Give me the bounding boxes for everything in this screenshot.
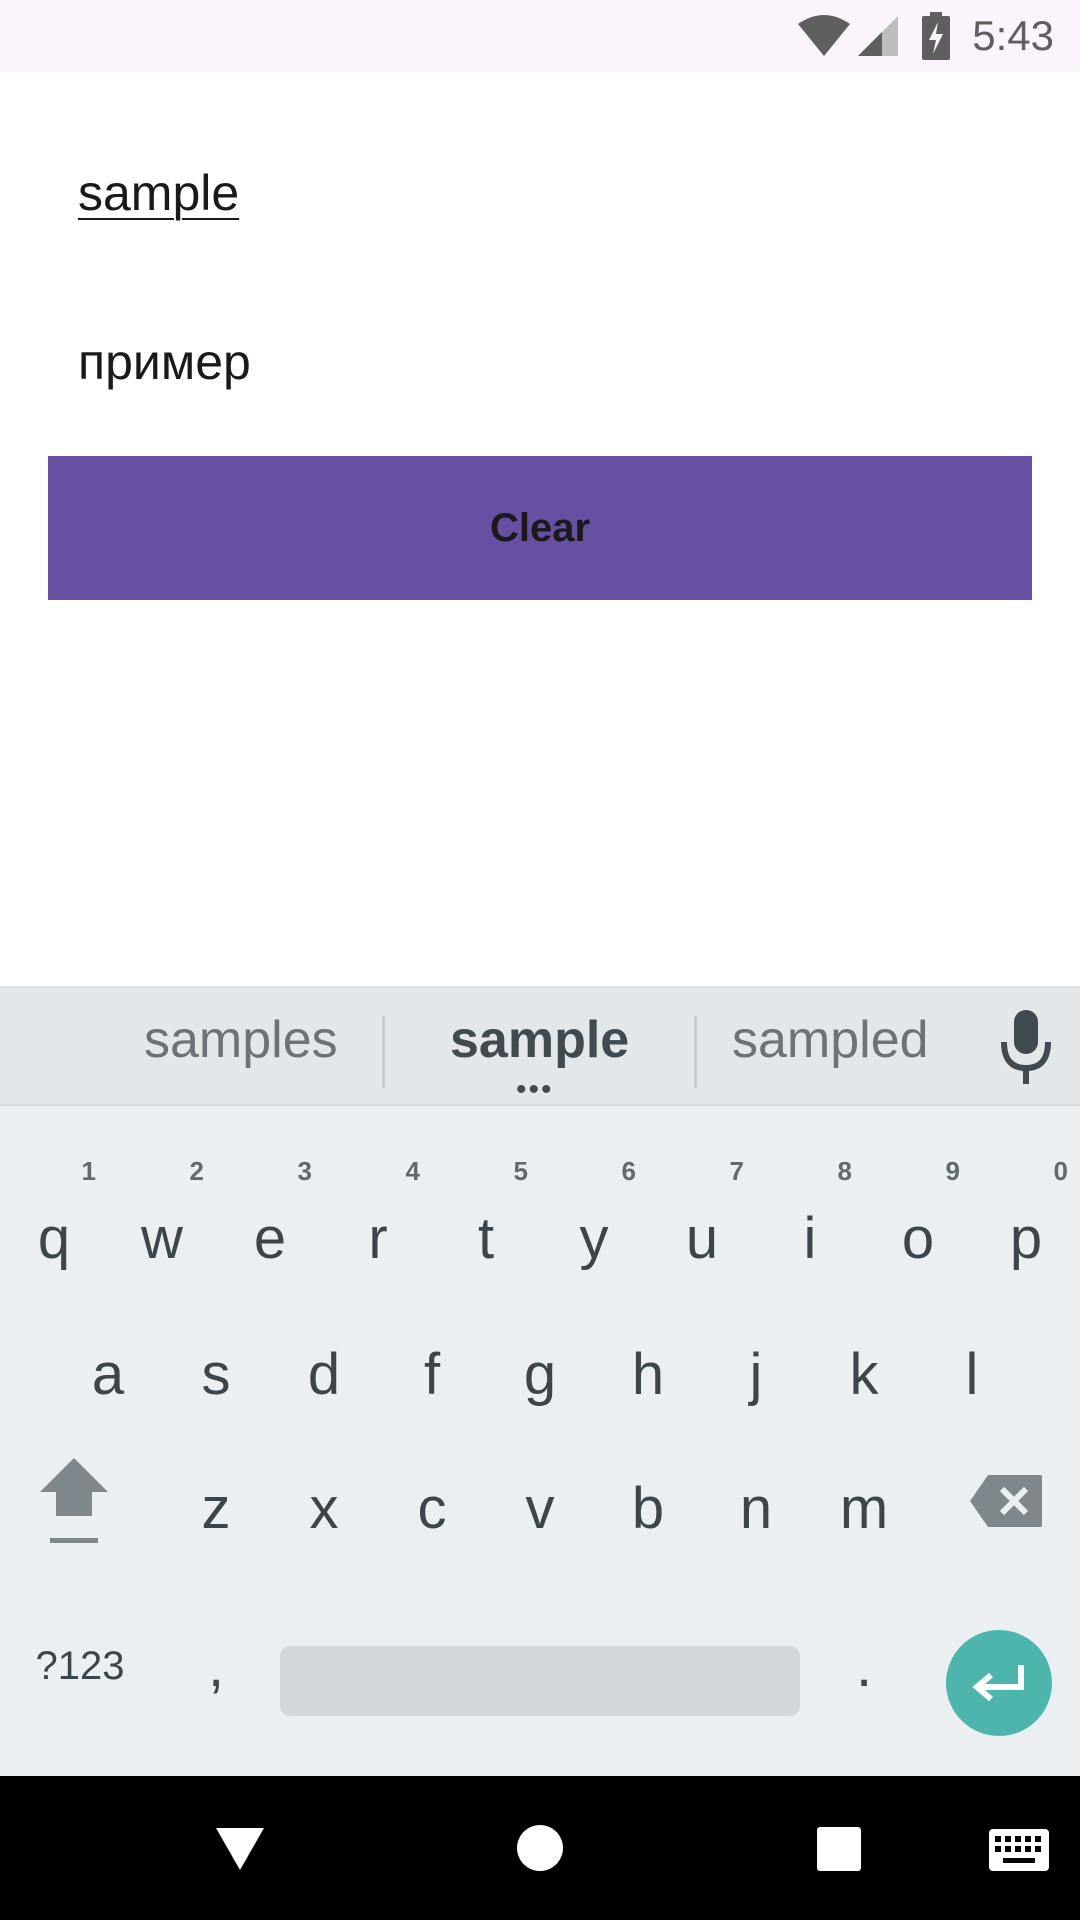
key-label: b <box>631 1476 665 1541</box>
key-hint: 3 <box>297 1156 312 1186</box>
key-label: f <box>423 1342 441 1407</box>
suggestion-divider <box>694 1016 697 1088</box>
translation-text: пример <box>78 334 251 390</box>
microphone-icon[interactable] <box>998 1008 1054 1088</box>
suggestion-center[interactable]: sample <box>450 1010 629 1070</box>
key-label: a <box>91 1342 125 1407</box>
back-icon[interactable] <box>214 1826 266 1872</box>
key-label: v <box>525 1476 555 1541</box>
key-label: q <box>37 1206 71 1271</box>
key-label: u <box>685 1206 719 1271</box>
suggestion-strip: samples sample ••• sampled <box>0 986 1080 1106</box>
key-hint: 5 <box>513 1156 528 1186</box>
battery-charging-icon <box>922 12 950 60</box>
wifi-icon <box>798 15 850 56</box>
key-label: s <box>201 1342 231 1407</box>
key-label: l <box>965 1342 979 1407</box>
key-hint: 7 <box>729 1156 744 1186</box>
key-label: g <box>523 1342 557 1407</box>
key-c[interactable]: c <box>378 1418 486 1583</box>
key-label: i <box>803 1206 817 1271</box>
key-label: r <box>368 1206 388 1271</box>
key-label: x <box>309 1476 339 1541</box>
shift-icon <box>40 1457 108 1543</box>
home-icon[interactable] <box>516 1824 564 1872</box>
key-m[interactable]: m <box>810 1418 918 1583</box>
key-b[interactable]: b <box>594 1418 702 1583</box>
key-label: w <box>141 1206 183 1271</box>
period-key[interactable]: . <box>810 1584 918 1749</box>
enter-key[interactable] <box>946 1630 1052 1736</box>
key-hint: 4 <box>405 1156 420 1186</box>
key-z[interactable]: z <box>162 1418 270 1583</box>
key-n[interactable]: n <box>702 1418 810 1583</box>
suggestion-divider <box>382 1016 385 1088</box>
key-label: h <box>631 1342 665 1407</box>
status-bar: 5:43 <box>0 0 1080 72</box>
cell-signal-icon <box>858 16 898 56</box>
keyboard-switch-icon[interactable] <box>988 1828 1050 1872</box>
key-hint: 0 <box>1053 1156 1068 1186</box>
input-text[interactable]: sample <box>78 164 239 222</box>
suggestion-left[interactable]: samples <box>144 1010 338 1070</box>
key-label: d <box>307 1342 341 1407</box>
key-label: z <box>201 1476 231 1541</box>
key-label: j <box>749 1342 763 1407</box>
key-hint: 8 <box>837 1156 852 1186</box>
key-hint: 1 <box>81 1156 96 1186</box>
key-label: o <box>901 1206 935 1271</box>
key-a[interactable]: a <box>54 1284 162 1449</box>
more-suggestions-dots[interactable]: ••• <box>516 1075 554 1105</box>
key-v[interactable]: v <box>486 1418 594 1583</box>
key-label: e <box>253 1206 287 1271</box>
key-label: p <box>1009 1206 1043 1271</box>
key-label: k <box>849 1342 879 1407</box>
status-time: 5:43 <box>972 12 1054 59</box>
suggestion-right[interactable]: sampled <box>732 1010 929 1070</box>
recents-icon[interactable] <box>816 1826 862 1872</box>
backspace-icon <box>970 1474 1042 1527</box>
key-hint: 9 <box>945 1156 960 1186</box>
key-l[interactable]: l <box>918 1284 1026 1449</box>
enter-icon <box>972 1665 1024 1702</box>
soft-keyboard: samples sample ••• sampled ?123 , . 1 q … <box>0 986 1080 1776</box>
key-label: c <box>417 1476 447 1541</box>
navigation-bar <box>0 1776 1080 1920</box>
key-hint: 2 <box>189 1156 204 1186</box>
key-hint: 6 <box>621 1156 636 1186</box>
clear-button[interactable]: Clear <box>48 456 1032 600</box>
key-label: t <box>477 1206 495 1271</box>
space-key[interactable] <box>280 1646 800 1716</box>
symbols-key[interactable]: ?123 <box>20 1584 140 1749</box>
key-label: m <box>839 1476 889 1541</box>
key-x[interactable]: x <box>270 1418 378 1583</box>
key-label: n <box>739 1476 773 1541</box>
key-label: y <box>579 1206 609 1271</box>
comma-key[interactable]: , <box>162 1584 270 1749</box>
